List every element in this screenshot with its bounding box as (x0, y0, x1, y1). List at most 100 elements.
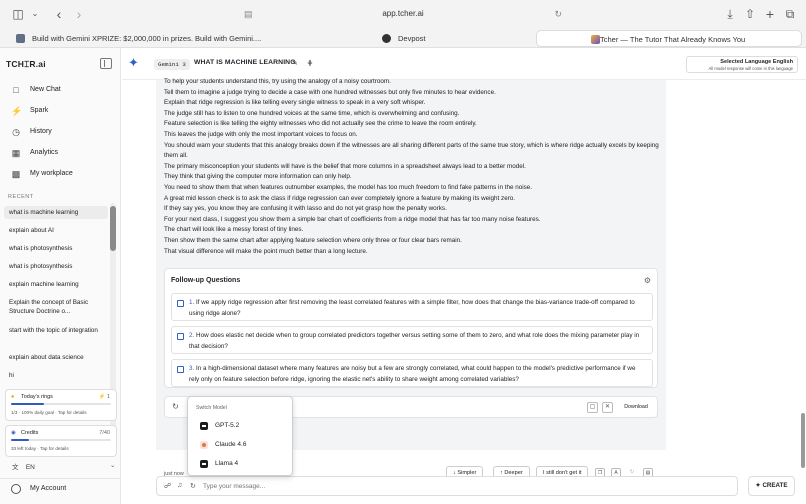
main-scroll-thumb[interactable] (801, 413, 805, 468)
share-icon[interactable]: ⋕ (307, 59, 313, 67)
tab-devpost[interactable]: Devpost (372, 30, 452, 47)
checkbox[interactable] (177, 366, 184, 373)
follow-up-item[interactable]: 2. How does elastic net decide when to g… (171, 326, 653, 354)
follow-up-item[interactable]: 3. In a high-dimensional dataset where m… (171, 359, 653, 387)
clock-icon: ◷ (12, 127, 20, 137)
response-line: You need to show them that when features… (164, 183, 533, 191)
checkbox[interactable] (177, 333, 184, 340)
tab-xprize[interactable]: Build with Gemini XPRIZE: $2,000,000 in … (6, 30, 268, 47)
download-icon[interactable]: ⤓ (722, 6, 738, 22)
recent-item[interactable]: explain about AI (4, 226, 108, 235)
response-line: Tell them to imagine a judge trying to d… (164, 88, 496, 96)
recent-item[interactable]: explain machine learning (4, 280, 108, 289)
briefcase-icon: ▩ (11, 169, 21, 179)
model-option-label: Claude 4.6 (215, 441, 247, 448)
follow-up-item[interactable]: 1. If we apply ridge regression after fi… (171, 293, 653, 321)
sidebar-item-workplace[interactable]: ▩ My workplace (0, 164, 121, 184)
forward-icon[interactable]: › (71, 6, 87, 22)
credits-progress (11, 439, 111, 441)
model-option-claude[interactable]: Claude 4.6 (198, 438, 290, 452)
sidebar-item-history[interactable]: ◷ History (0, 122, 121, 142)
translate-icon: 文 (12, 464, 19, 471)
language-selector[interactable]: 文 EN ⌄ (12, 461, 115, 471)
language-label: EN (25, 464, 35, 471)
credits-value: 7/40 (99, 430, 110, 436)
response-line: This leaves the judge with only the most… (164, 130, 358, 138)
credits-icon: ◉ (11, 430, 16, 436)
recent-item[interactable]: what is machine learning (4, 206, 108, 219)
account-button[interactable]: My Account (0, 478, 121, 498)
language-indicator-sub: All model response will come in this lan… (708, 66, 794, 71)
recent-header: RECENT (8, 194, 34, 200)
spark-icon: ✦ (128, 55, 139, 70)
rings-progress (11, 403, 111, 405)
tab-tcher[interactable]: Tcher — The Tutor That Already Knows You (536, 30, 802, 47)
sidebar-item-label: Analytics (30, 149, 59, 156)
checkbox[interactable] (177, 300, 184, 307)
gpt-icon (200, 422, 208, 430)
language-indicator: Selected Language English All model resp… (686, 56, 798, 73)
follow-up-panel: Follow-up Questions ⚙ 1. If we apply rid… (164, 268, 658, 388)
follow-up-title: Follow-up Questions (171, 277, 241, 284)
microphone-icon[interactable]: ♫ (177, 482, 182, 489)
grid-icon: ▦ (11, 148, 21, 158)
sidebar-item-analytics[interactable]: ▦ Analytics (0, 143, 121, 163)
model-badge[interactable]: Gemini 3 (154, 59, 190, 70)
sidebar-scroll-thumb[interactable] (110, 206, 116, 251)
back-icon[interactable]: ‹ (51, 6, 67, 22)
response-area: To help your students understand this, t… (156, 78, 666, 480)
gear-icon[interactable]: ⚙ (644, 276, 651, 285)
sidebar-item-label: Spark (30, 107, 49, 114)
edit-icon[interactable]: ✎ (292, 59, 298, 67)
response-line: A great mid lesson check is to ask the c… (164, 194, 516, 202)
replay-icon[interactable]: ↻ (170, 402, 181, 413)
rings-progress-fill (11, 403, 44, 405)
rings-icon: ● (11, 394, 15, 400)
share-icon[interactable]: ⇧ (742, 6, 758, 22)
attach-icon[interactable]: ☍ (164, 482, 171, 490)
response-line: Explain that ridge regression is like te… (164, 99, 426, 107)
recent-item[interactable]: explain about data science (4, 353, 108, 362)
sidebar-toggle-icon[interactable]: ◫ (10, 6, 26, 22)
tab-favicon-icon (591, 35, 600, 44)
rings-card[interactable]: ● Today's rings ⚡ 1 1/3 · 100% daily goa… (5, 389, 117, 421)
response-line: Feature selection is like telling the ei… (164, 120, 477, 128)
reload-icon[interactable]: ↻ (554, 5, 562, 23)
tab-label: Devpost (398, 34, 426, 43)
switch-model-icon[interactable]: ↻ (190, 482, 196, 490)
recent-item[interactable]: hi (4, 371, 108, 380)
download-button[interactable]: Download (621, 401, 651, 414)
response-line: The judge still has to listen to one hun… (164, 109, 460, 117)
new-tab-icon[interactable]: + (762, 6, 778, 22)
chevron-down-icon: ⌄ (110, 462, 116, 469)
claude-icon (200, 441, 208, 449)
stop-icon[interactable]: ▢ (587, 402, 598, 413)
model-option-gpt[interactable]: GPT-5.2 (198, 419, 290, 433)
create-button[interactable]: ✦ CREATE (748, 476, 795, 496)
tab-overview-icon[interactable]: ⧉ (782, 6, 798, 22)
response-line: The chart will look like a messy forest … (164, 226, 304, 234)
tab-favicon-icon (16, 34, 25, 43)
recent-item[interactable]: what is photosynthesis (4, 244, 108, 253)
credits-subtitle: 33 left today · Tap for details (11, 446, 69, 451)
response-line: If they say yes, you know they are confu… (164, 205, 447, 213)
message-input[interactable] (203, 480, 703, 493)
create-label: CREATE (762, 482, 788, 489)
chevron-down-icon[interactable]: ⌄ (27, 6, 43, 22)
sidebar-item-new-chat[interactable]: □ New Chat (0, 80, 121, 100)
credits-card[interactable]: ◉ Credits 7/40 33 left today · Tap for d… (5, 425, 117, 457)
model-option-label: Llama 4 (215, 460, 239, 467)
recent-item[interactable]: what is photosynthesis (4, 262, 108, 271)
recent-item[interactable]: Explain the concept of Basic Structure D… (4, 298, 108, 316)
sidebar-item-spark[interactable]: ⚡ Spark (0, 101, 121, 121)
sidebar-item-label: New Chat (30, 86, 61, 93)
model-option-llama[interactable]: Llama 4 (198, 457, 290, 471)
response-line: For your next class, I suggest you show … (164, 215, 541, 223)
close-icon[interactable]: ✕ (602, 402, 613, 413)
follow-up-text: 3. In a high-dimensional dataset where m… (189, 365, 636, 383)
sparkle-icon: ✦ (755, 482, 761, 489)
address-bar[interactable]: ▤ app.tcher.ai ↻ (236, 5, 570, 23)
recent-item[interactable]: start with the topic of integration (4, 326, 108, 335)
app-logo[interactable]: TCH⌶R.ai (6, 59, 46, 70)
collapse-sidebar-icon[interactable] (100, 58, 112, 69)
